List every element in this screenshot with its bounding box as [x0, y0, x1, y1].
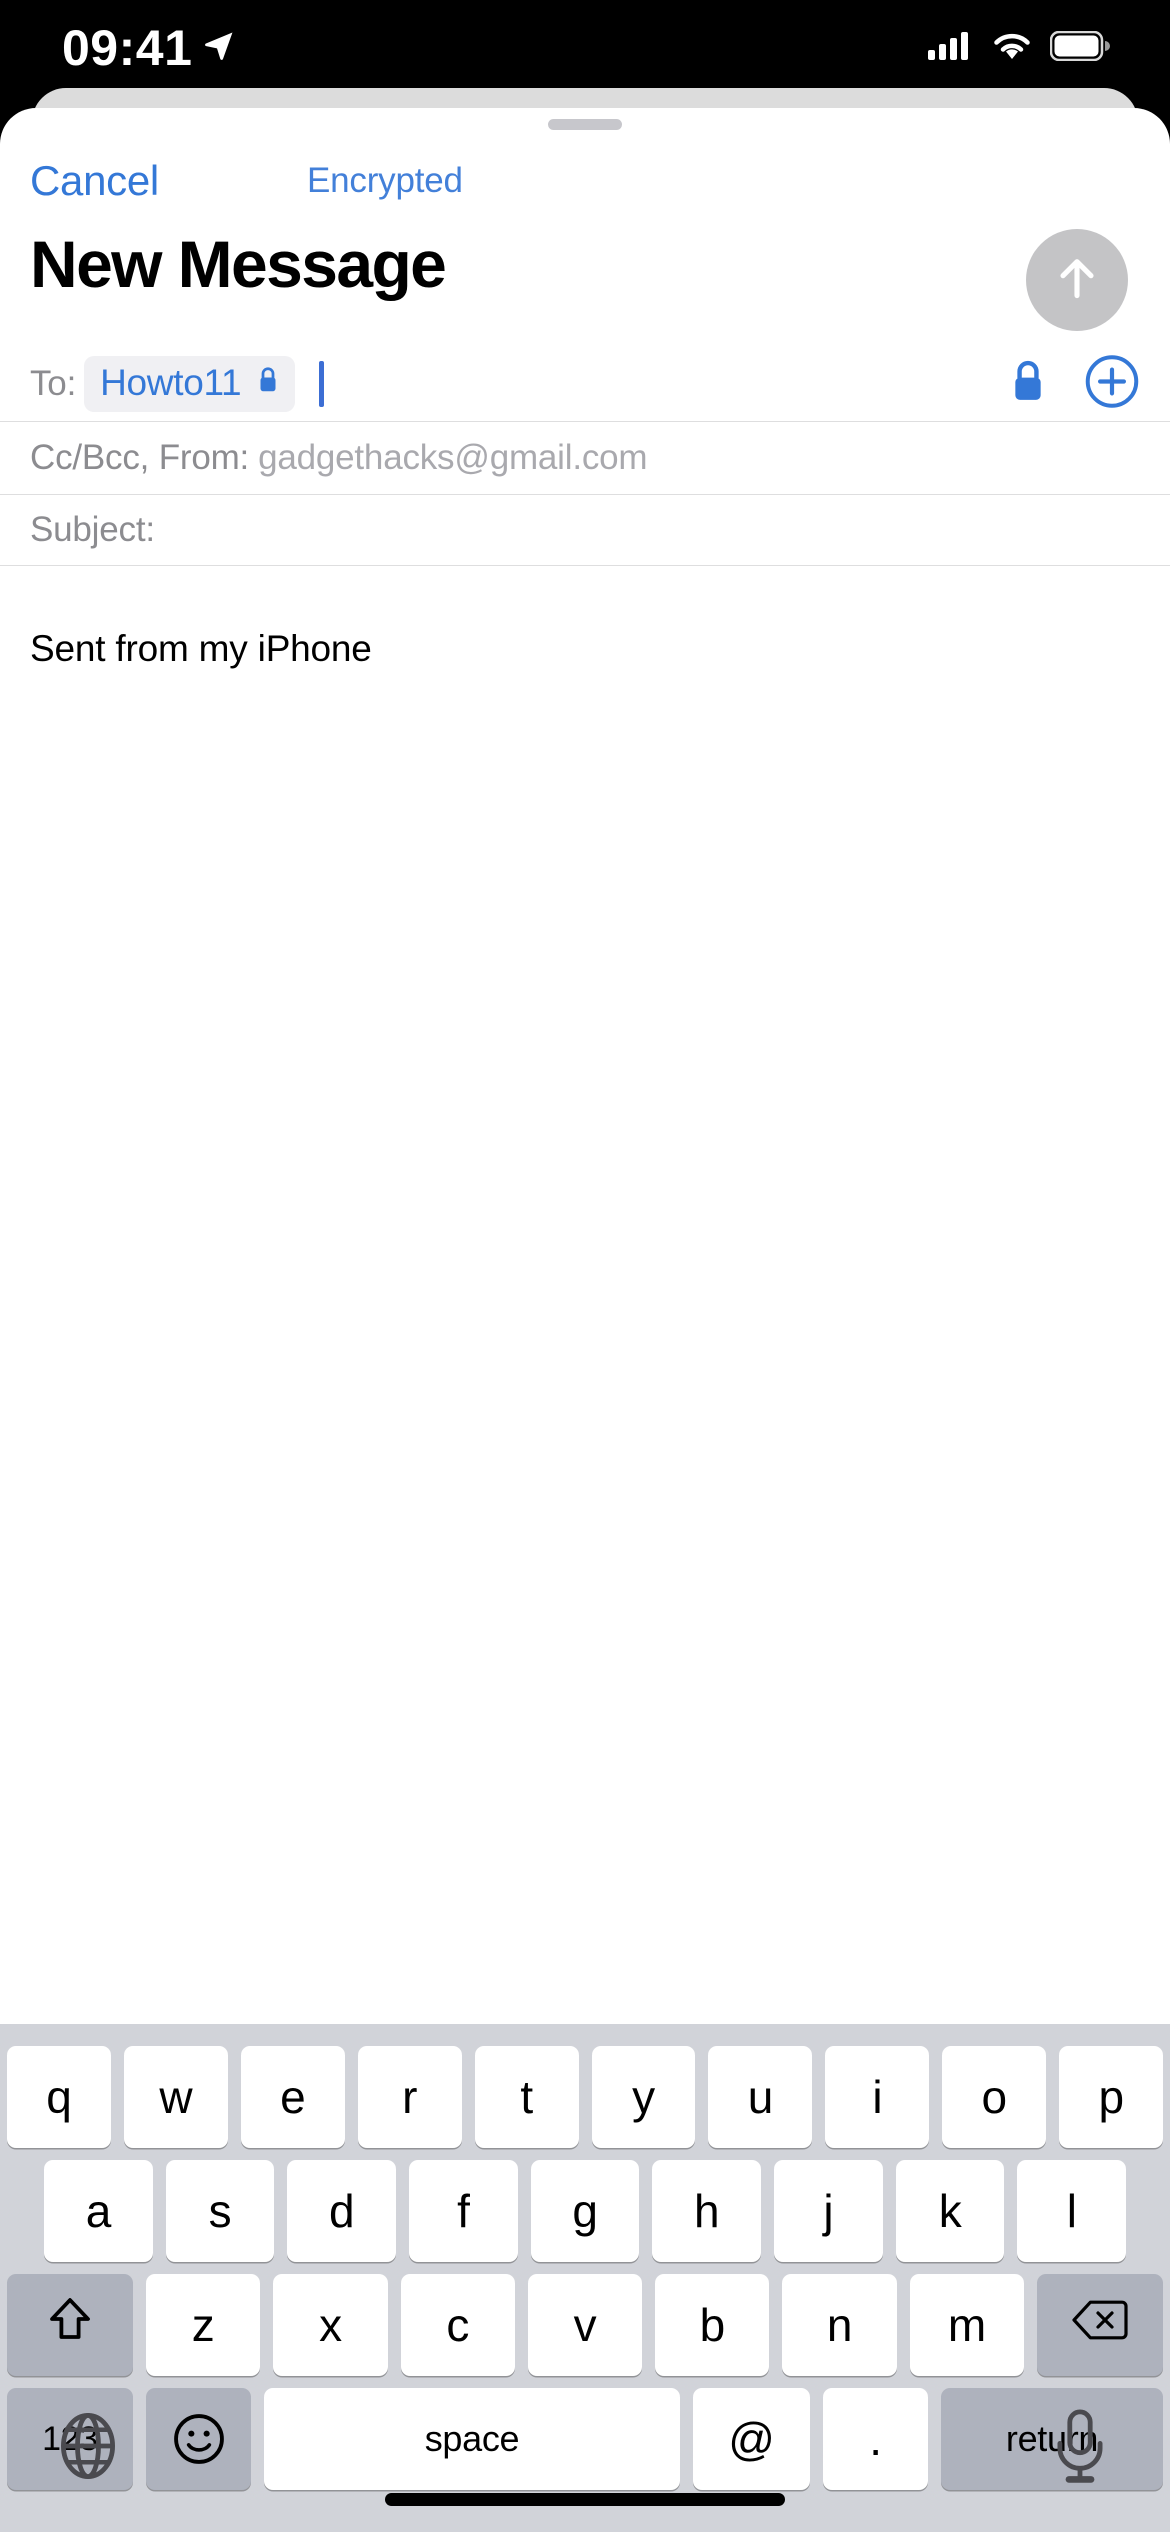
key-e[interactable]: e [240, 2046, 345, 2148]
key-p[interactable]: p [1059, 2046, 1164, 2148]
delete-backward-icon [1072, 2298, 1128, 2352]
sheet-grabber[interactable] [548, 119, 622, 130]
key-n[interactable]: n [782, 2274, 897, 2376]
key-z[interactable]: z [146, 2274, 261, 2376]
recipient-token[interactable]: Howto11 [84, 355, 296, 412]
status-bar: 09:41 [0, 0, 1170, 96]
nav-bar: Cancel Encrypted [0, 138, 1170, 224]
status-bar-right [928, 30, 1110, 67]
globe-icon[interactable] [52, 2410, 124, 2487]
page-title: New Message [30, 227, 447, 301]
message-body-text[interactable]: Sent from my iPhone [30, 628, 1030, 670]
key-r[interactable]: r [357, 2046, 462, 2148]
key-f[interactable]: f [409, 2160, 518, 2262]
from-address-value: gadgethacks@gmail.com [258, 438, 648, 477]
battery-icon [1049, 30, 1110, 66]
text-cursor [319, 360, 325, 407]
plus-circle-icon[interactable] [1084, 353, 1140, 414]
iphone-screen: 09:41 Cancel Encrypted New Message To: H… [0, 0, 1170, 2532]
location-arrow-icon [202, 29, 236, 68]
microphone-icon[interactable] [1048, 2408, 1112, 2491]
key-d[interactable]: d [287, 2160, 397, 2262]
key-x[interactable]: x [273, 2274, 388, 2376]
key-c[interactable]: c [400, 2274, 515, 2376]
cellular-signal-icon [928, 30, 974, 67]
to-field-row[interactable]: To: Howto11 [0, 346, 1170, 422]
key-u[interactable]: u [708, 2046, 813, 2148]
backspace-key[interactable] [1036, 2274, 1163, 2376]
shift-arrow-icon [45, 2294, 95, 2357]
cancel-button[interactable]: Cancel [30, 157, 159, 205]
recipient-name: Howto11 [100, 361, 242, 403]
key-h[interactable]: h [652, 2160, 762, 2262]
keyboard-row-3: z x c v b n m [0, 2274, 1170, 2376]
key-w[interactable]: w [123, 2046, 228, 2148]
key-a[interactable]: a [44, 2160, 153, 2262]
title-row: New Message [0, 214, 1170, 354]
key-v[interactable]: v [527, 2274, 643, 2376]
to-row-actions [1008, 353, 1140, 414]
to-field-label: To: [30, 363, 77, 403]
encrypted-status-label: Encrypted [307, 161, 463, 200]
key-y[interactable]: y [591, 2046, 696, 2148]
compose-fields: To: Howto11 Cc/Bcc, From: gadgethacks@gm… [0, 346, 1170, 566]
onscreen-keyboard: q w e r t y u i o p a s d f g h j k l z … [0, 2024, 1170, 2532]
arrow-up-icon [1049, 250, 1105, 311]
keyboard-row-2: a s d f g h j k l [0, 2160, 1170, 2262]
subject-field-label: Subject: [30, 510, 155, 549]
key-l[interactable]: l [1017, 2160, 1127, 2262]
key-i[interactable]: i [825, 2046, 930, 2148]
keyboard-bottom-bar [0, 2384, 1170, 2532]
key-t[interactable]: t [474, 2046, 579, 2148]
shift-key[interactable] [7, 2274, 133, 2376]
send-button[interactable] [1026, 229, 1128, 331]
key-m[interactable]: m [909, 2274, 1024, 2376]
ccbcc-from-field-row[interactable]: Cc/Bcc, From: gadgethacks@gmail.com [0, 422, 1170, 495]
lock-filled-icon[interactable] [1008, 358, 1048, 409]
status-time: 09:41 [62, 20, 193, 76]
status-bar-left: 09:41 [62, 19, 236, 77]
ccbcc-from-label: Cc/Bcc, From: [30, 438, 250, 477]
key-o[interactable]: o [942, 2046, 1047, 2148]
key-s[interactable]: s [165, 2160, 275, 2262]
key-j[interactable]: j [774, 2160, 883, 2262]
subject-field-row[interactable]: Subject: [0, 495, 1170, 566]
home-indicator[interactable] [385, 2493, 785, 2506]
key-g[interactable]: g [530, 2160, 640, 2262]
lock-filled-icon [255, 365, 281, 400]
key-q[interactable]: q [7, 2046, 111, 2148]
key-b[interactable]: b [655, 2274, 770, 2376]
keyboard-row-1: q w e r t y u i o p [0, 2046, 1170, 2148]
wifi-icon [990, 30, 1034, 67]
compose-sheet: Cancel Encrypted New Message To: Howto11 [0, 108, 1170, 2532]
key-k[interactable]: k [895, 2160, 1005, 2262]
